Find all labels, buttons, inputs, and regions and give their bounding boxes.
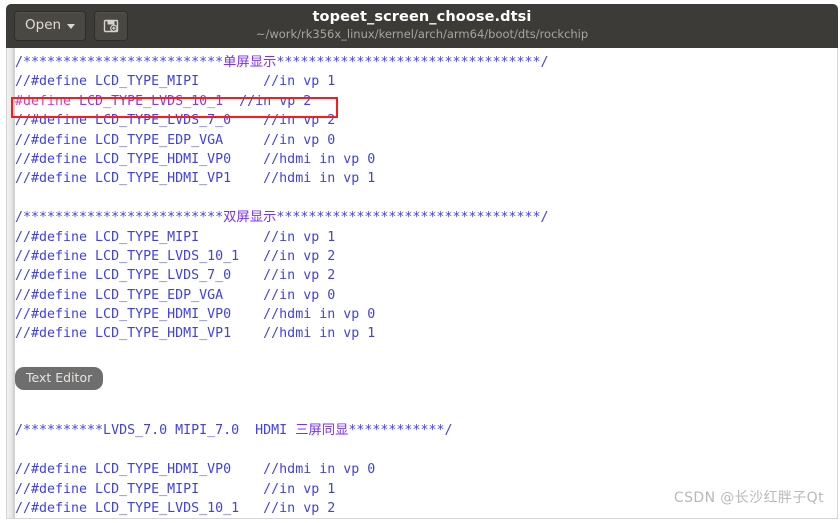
code-line-banner-single-screen[interactable]: /*************************单屏显示**********…	[8, 53, 837, 72]
code-token: //#define LCD_TYPE_HDMI_VP0 //hdmi in vp…	[15, 151, 376, 167]
code-line-banner-dual-screen[interactable]: /*************************双屏显示**********…	[8, 208, 837, 227]
code-line-single-hdmi-vp1[interactable]: //#define LCD_TYPE_HDMI_VP1 //hdmi in vp…	[8, 169, 837, 188]
document-path: ~/work/rk356x_linux/kernel/arch/arm64/bo…	[255, 27, 589, 41]
code-line-dual-lvds-7-0[interactable]: //#define LCD_TYPE_LVDS_7_0 //in vp 2	[8, 266, 837, 285]
code-token: 三屏同显	[295, 423, 349, 439]
chevron-down-icon	[67, 23, 76, 29]
code-token: /*************************	[15, 210, 224, 226]
code-token: //#define LCD_TYPE_MIPI //in vp 1	[15, 481, 336, 497]
code-line-blank-3[interactable]	[8, 363, 837, 382]
code-token: //#define LCD_TYPE_HDMI_VP0 //hdmi in vp…	[15, 462, 376, 478]
save-button[interactable]	[94, 11, 129, 41]
open-button[interactable]: Open	[14, 11, 87, 41]
code-token: *********************************/	[276, 210, 549, 226]
document-title: topeet_screen_choose.dtsi	[312, 9, 532, 25]
code-line-blank-6[interactable]	[8, 441, 837, 460]
window-title-block: topeet_screen_choose.dtsi ~/work/rk356x_…	[6, 7, 838, 42]
code-line-single-mipi[interactable]: //#define LCD_TYPE_MIPI //in vp 1	[8, 72, 837, 91]
code-line-triple-hdmi-vp0[interactable]: //#define LCD_TYPE_HDMI_VP0 //hdmi in vp…	[8, 460, 837, 479]
code-token: //#define LCD_TYPE_EDP_VGA //in vp 0	[15, 132, 336, 148]
code-line-single-lvds-10-1-active[interactable]: #define LCD_TYPE_LVDS_10_1 //in vp 2	[8, 92, 837, 111]
code-line-blank-2[interactable]	[8, 344, 837, 363]
code-token: LCD_TYPE_LVDS_10_1	[79, 93, 224, 109]
code-line-dual-mipi[interactable]: //#define LCD_TYPE_MIPI //in vp 1	[8, 228, 837, 247]
code-token: /**********LVDS_7.0 MIPI_7.0 HDMI	[15, 423, 296, 439]
code-line-dual-hdmi-vp1[interactable]: //#define LCD_TYPE_HDMI_VP1 //hdmi in vp…	[8, 324, 837, 343]
editor-area[interactable]: /*************************单屏显示**********…	[6, 48, 838, 519]
titlebar-actions: Open	[14, 11, 129, 41]
code-line-single-hdmi-vp0[interactable]: //#define LCD_TYPE_HDMI_VP0 //hdmi in vp…	[8, 150, 837, 169]
code-line-single-edp-vga[interactable]: //#define LCD_TYPE_EDP_VGA //in vp 0	[8, 131, 837, 150]
code-line-dual-hdmi-vp0[interactable]: //#define LCD_TYPE_HDMI_VP0 //hdmi in vp…	[8, 305, 837, 324]
code-token: *********************************/	[276, 55, 549, 70]
code-token: //#define LCD_TYPE_MIPI //in vp 1	[15, 74, 336, 90]
code-token: #define	[15, 93, 80, 109]
code-token: //#define LCD_TYPE_HDMI_VP1 //hdmi in vp…	[15, 171, 376, 187]
code-token: //#define LCD_TYPE_LVDS_10_1 //in vp 2	[15, 500, 336, 516]
code-token: //#define LCD_TYPE_LVDS_10_1 //in vp 2	[15, 248, 336, 264]
code-line-banner-triple-screen[interactable]: /**********LVDS_7.0 MIPI_7.0 HDMI 三屏同显**…	[8, 421, 837, 440]
titlebar: Open topeet_screen_choose.dtsi ~/work/rk…	[6, 4, 838, 48]
text-editor-window: Open topeet_screen_choose.dtsi ~/work/rk…	[0, 0, 840, 523]
code-token: ************/	[348, 423, 453, 439]
watermark: CSDN @长沙红胖子Qt	[673, 490, 824, 506]
code-line-blank-1[interactable]	[8, 189, 837, 208]
code-token: //#define LCD_TYPE_MIPI //in vp 1	[15, 229, 336, 245]
code-token: 单屏显示	[223, 55, 277, 70]
code-line-dual-edp-vga[interactable]: //#define LCD_TYPE_EDP_VGA //in vp 0	[8, 286, 837, 305]
code-token: /*************************	[15, 55, 224, 70]
code-token: //#define LCD_TYPE_HDMI_VP0 //hdmi in vp…	[15, 307, 376, 323]
code-token: //#define LCD_TYPE_LVDS_7_0 //in vp 2	[15, 268, 336, 284]
open-button-label: Open	[25, 17, 62, 34]
code-line-blank-5[interactable]	[8, 402, 837, 421]
code-token: //#define LCD_TYPE_EDP_VGA //in vp 0	[15, 287, 336, 303]
code-line-single-lvds-7-0[interactable]: //#define LCD_TYPE_LVDS_7_0 //in vp 2	[8, 111, 837, 130]
code-token: //in vp 2	[223, 93, 312, 109]
text-editor-tooltip: Text Editor	[15, 367, 104, 390]
code-token: 双屏显示	[223, 210, 277, 226]
save-icon	[103, 19, 119, 33]
code-line-blank-4[interactable]	[8, 383, 837, 402]
code-content[interactable]: /*************************单屏显示**********…	[8, 53, 837, 518]
code-token: //#define LCD_TYPE_LVDS_7_0 //in vp 2	[15, 113, 336, 129]
code-line-dual-lvds-10-1[interactable]: //#define LCD_TYPE_LVDS_10_1 //in vp 2	[8, 247, 837, 266]
code-token: //#define LCD_TYPE_HDMI_VP1 //hdmi in vp…	[15, 326, 376, 342]
